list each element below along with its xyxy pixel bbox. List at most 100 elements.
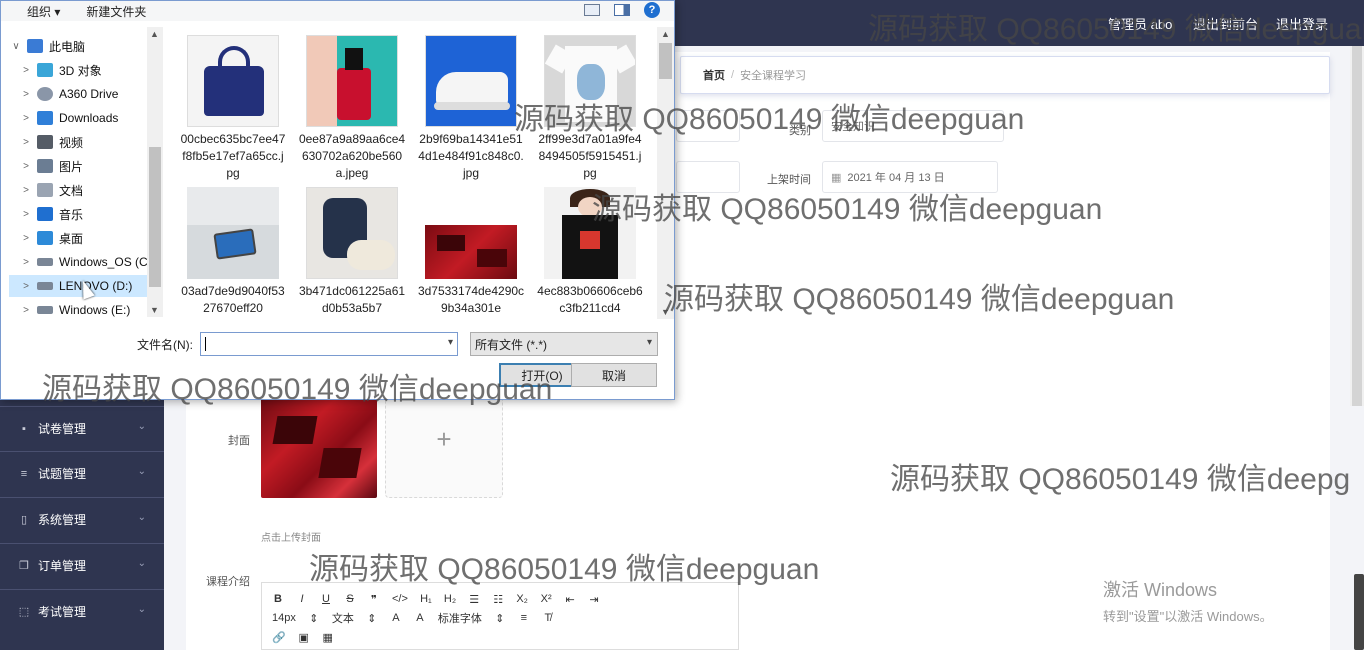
bold-button[interactable]: B [272, 593, 284, 605]
chevron-down-icon[interactable]: ▾ [448, 337, 453, 348]
tree-item-label: 桌面 [59, 231, 84, 246]
sidebar-item-exam-paper[interactable]: ▪ 试卷管理 ⌄ [0, 406, 164, 450]
file-item[interactable]: 0ee87a9a89aa6ce4630702a620be560a.jpeg [294, 35, 410, 182]
bullet-list-button[interactable]: ☷ [492, 593, 504, 606]
clear-format-button[interactable]: T̸ [542, 612, 554, 624]
sidebar-item-label: 考试管理 [38, 605, 87, 619]
expand-icon[interactable]: > [19, 113, 33, 124]
sidebar-item-orders[interactable]: ❐ 订单管理 ⌄ [0, 543, 164, 587]
file-item[interactable]: 3b471dc061225a61d0b53a5b7 [294, 187, 410, 317]
video-icon[interactable]: ▦ [322, 631, 334, 644]
tree-item-pictures[interactable]: > 图片 [9, 155, 149, 177]
chevron-down-icon[interactable]: ▾ [647, 337, 652, 348]
filetype-select[interactable]: 所有文件 (*.*) ▾ [470, 332, 658, 356]
sidebar-item-exams[interactable]: ⬚ 考试管理 ⌄ [0, 589, 164, 633]
category-select[interactable]: 安全知识 [822, 110, 1004, 142]
expand-icon[interactable]: ∨ [9, 41, 23, 52]
logout-link[interactable]: 退出登录 [1276, 14, 1328, 33]
code-button[interactable]: </> [392, 593, 408, 605]
tree-item-3d-objects[interactable]: > 3D 对象 [9, 59, 149, 81]
tree-item-a360-drive[interactable]: > A360 Drive [9, 83, 149, 105]
text-input[interactable] [676, 110, 740, 142]
expand-icon[interactable]: > [19, 257, 33, 268]
file-thumbnail-phone [187, 187, 279, 279]
tree-item-desktop[interactable]: > 桌面 [9, 227, 149, 249]
image-icon[interactable]: ▣ [298, 631, 310, 644]
tree-item-music[interactable]: > 音乐 [9, 203, 149, 225]
admin-username[interactable]: 管理员 abo [1108, 14, 1172, 33]
text-caret [205, 337, 206, 351]
music-note-icon [37, 207, 53, 221]
windows-activation-notice: 激活 Windows 转到"设置"以激活 Windows。 [1103, 576, 1273, 625]
frame-icon: ⬚ [18, 605, 30, 618]
file-name: 4ec883b06606ceb6c3fb211cd4 [537, 284, 643, 315]
tree-item-downloads[interactable]: > Downloads [9, 107, 149, 129]
text-color-button[interactable]: A [390, 612, 402, 624]
font-size-select[interactable]: 14px [272, 612, 296, 624]
expand-icon[interactable]: > [19, 161, 33, 172]
filename-input[interactable]: ▾ [200, 332, 458, 356]
breadcrumb-home[interactable]: 首页 [703, 67, 725, 83]
page-scrollbar-thumb[interactable] [1354, 574, 1364, 650]
file-item[interactable]: 2b9f69ba14341e514d1e484f91c848c0.jpg [413, 35, 529, 182]
tree-item-drive-e[interactable]: > Windows (E:) [9, 299, 149, 317]
expand-icon[interactable]: > [19, 209, 33, 220]
organize-menu[interactable]: 组织 ▾ [27, 3, 60, 20]
align-button[interactable]: ≡ [518, 612, 530, 624]
indent-button[interactable]: ⇥ [588, 593, 600, 606]
strike-button[interactable]: S [344, 593, 356, 605]
font-family-select[interactable]: 标准字体 [438, 610, 482, 626]
rich-text-editor[interactable]: B I U S ❞ </> H₁ H₂ ☰ ☷ X₂ X² ⇤ ⇥ 14px ⇕… [261, 582, 739, 650]
sidebar-item-system[interactable]: ▯ 系统管理 ⌄ [0, 497, 164, 541]
tree-item-drive-c[interactable]: > Windows_OS (C [9, 251, 149, 273]
expand-icon[interactable]: > [19, 185, 33, 196]
sidebar-item-questions[interactable]: ≡ 试题管理 ⌄ [0, 451, 164, 495]
expand-icon[interactable]: > [19, 137, 33, 148]
ordered-list-button[interactable]: ☰ [468, 593, 480, 606]
quote-button[interactable]: ❞ [368, 593, 380, 606]
superscript-button[interactable]: X² [540, 593, 552, 605]
file-item[interactable]: 3d7533174de4290c9b34a301e [413, 187, 529, 317]
scroll-up-icon[interactable]: ▲ [661, 29, 670, 39]
shelf-time-date-picker[interactable]: ▦ 2021 年 04 月 13 日 [822, 161, 998, 193]
scroll-down-icon[interactable]: ▼ [150, 305, 159, 315]
h2-button[interactable]: H₂ [444, 593, 456, 605]
file-item[interactable]: 4ec883b06606ceb6c3fb211cd4 [532, 187, 648, 317]
h1-button[interactable]: H₁ [420, 593, 432, 605]
outdent-button[interactable]: ⇤ [564, 593, 576, 606]
background-color-button[interactable]: A [414, 612, 426, 624]
cover-image[interactable] [261, 398, 377, 498]
tree-item-documents[interactable]: > 文档 [9, 179, 149, 201]
preview-pane-icon[interactable] [614, 4, 630, 16]
tree-item-videos[interactable]: > 视频 [9, 131, 149, 153]
help-icon[interactable]: ? [644, 2, 660, 18]
expand-icon[interactable]: > [19, 65, 33, 76]
expand-icon[interactable]: > [19, 233, 33, 244]
link-icon[interactable]: 🔗 [272, 631, 286, 644]
expand-icon[interactable]: > [19, 305, 33, 316]
tree-item-label: Downloads [59, 111, 119, 125]
file-grid-scrollbar[interactable]: ▲ ▼ [657, 27, 674, 319]
scroll-down-icon[interactable]: ▼ [661, 307, 670, 317]
file-item[interactable]: 00cbec635bc7ee47f8fb5e17ef7a65cc.jpg [175, 35, 291, 182]
expand-icon[interactable]: > [19, 281, 33, 292]
page-scrollbar[interactable] [1350, 46, 1364, 406]
tree-item-this-pc[interactable]: ∨ 此电脑 [9, 35, 149, 57]
new-folder-button[interactable]: 新建文件夹 [86, 3, 146, 20]
subscript-button[interactable]: X₂ [516, 593, 528, 605]
cancel-button[interactable]: 取消 [571, 363, 657, 387]
updown-icon: ⇕ [495, 612, 505, 625]
expand-icon[interactable]: > [19, 89, 33, 100]
chevron-down-icon: ⌄ [137, 466, 146, 477]
view-options-icon[interactable] [584, 4, 600, 16]
back-to-frontend-link[interactable]: 退出到前台 [1193, 14, 1258, 33]
activation-title: 激活 Windows [1103, 580, 1218, 600]
header-select[interactable]: 文本 [332, 610, 354, 626]
text-input[interactable] [676, 161, 740, 193]
file-item[interactable]: 2ff99e3d7a01a9fe48494505f5915451.jpg [532, 35, 648, 182]
tree-scrollbar[interactable]: ▲ ▼ [147, 27, 163, 317]
scroll-up-icon[interactable]: ▲ [150, 29, 159, 39]
file-item[interactable]: 03ad7de9d9040f5327670eff20 [175, 187, 291, 317]
underline-button[interactable]: U [320, 593, 332, 605]
italic-button[interactable]: I [296, 593, 308, 605]
